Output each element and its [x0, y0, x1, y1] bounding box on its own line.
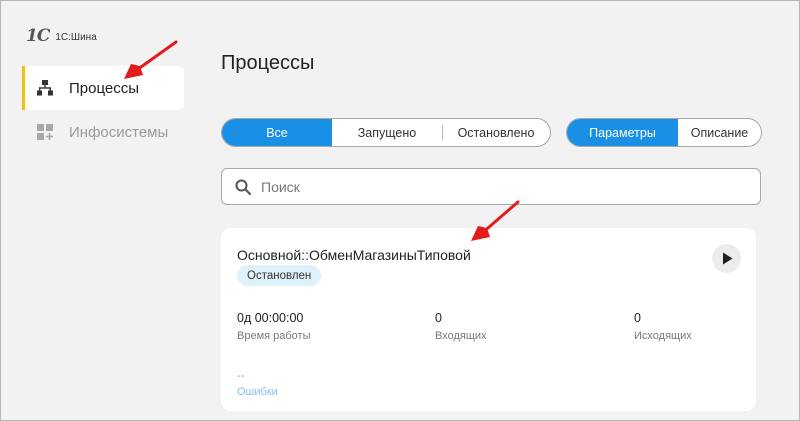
add-grid-icon [35, 122, 55, 142]
hierarchy-icon [35, 78, 55, 98]
filter-running-button[interactable]: Запущено [332, 119, 442, 146]
errors-caption: Ошибки [237, 386, 278, 398]
stat-value: 0д 00:00:00 [237, 311, 304, 325]
logo-mark: 1С [26, 26, 50, 46]
start-process-button[interactable] [712, 244, 741, 273]
process-card[interactable]: Основной::ОбменМагазиныТиповой Остановле… [221, 228, 756, 411]
filter-stopped-button[interactable]: Остановлено [442, 119, 550, 146]
parameters-tab[interactable]: Параметры [567, 119, 678, 146]
sidebar-item-infosystems[interactable]: Инфосистемы [22, 110, 184, 154]
sidebar-item-label: Инфосистемы [69, 123, 169, 141]
search-input[interactable] [261, 178, 741, 195]
description-tab[interactable]: Описание [678, 119, 761, 146]
errors-link[interactable]: -- Ошибки [237, 368, 278, 398]
filter-all-button[interactable]: Все [222, 119, 332, 146]
stat-uptime: 0д 00:00:00 Время работы [237, 311, 311, 342]
play-icon [722, 252, 732, 265]
stat-outgoing: 0 Исходящих [634, 311, 692, 342]
sidebar-item-processes[interactable]: Процессы [22, 66, 184, 110]
logo-text: 1С:Шина [55, 32, 97, 43]
stat-caption: Входящих [435, 330, 487, 342]
search-box [221, 168, 761, 205]
status-filter: Все Запущено Остановлено [221, 118, 551, 147]
sidebar-item-label: Процессы [69, 79, 140, 97]
view-toggle: Параметры Описание [566, 118, 762, 147]
stat-caption: Исходящих [634, 330, 692, 342]
errors-value: -- [237, 368, 245, 382]
search-icon [235, 179, 252, 195]
stat-value: 0 [435, 311, 442, 325]
process-title: Основной::ОбменМагазиныТиповой [237, 247, 471, 263]
stat-caption: Время работы [237, 330, 311, 342]
status-badge: Остановлен [237, 265, 322, 286]
stat-incoming: 0 Входящих [435, 311, 487, 342]
stat-value: 0 [634, 311, 641, 325]
page-title: Процессы [221, 52, 315, 74]
app-logo: 1С 1С:Шина [26, 26, 97, 46]
